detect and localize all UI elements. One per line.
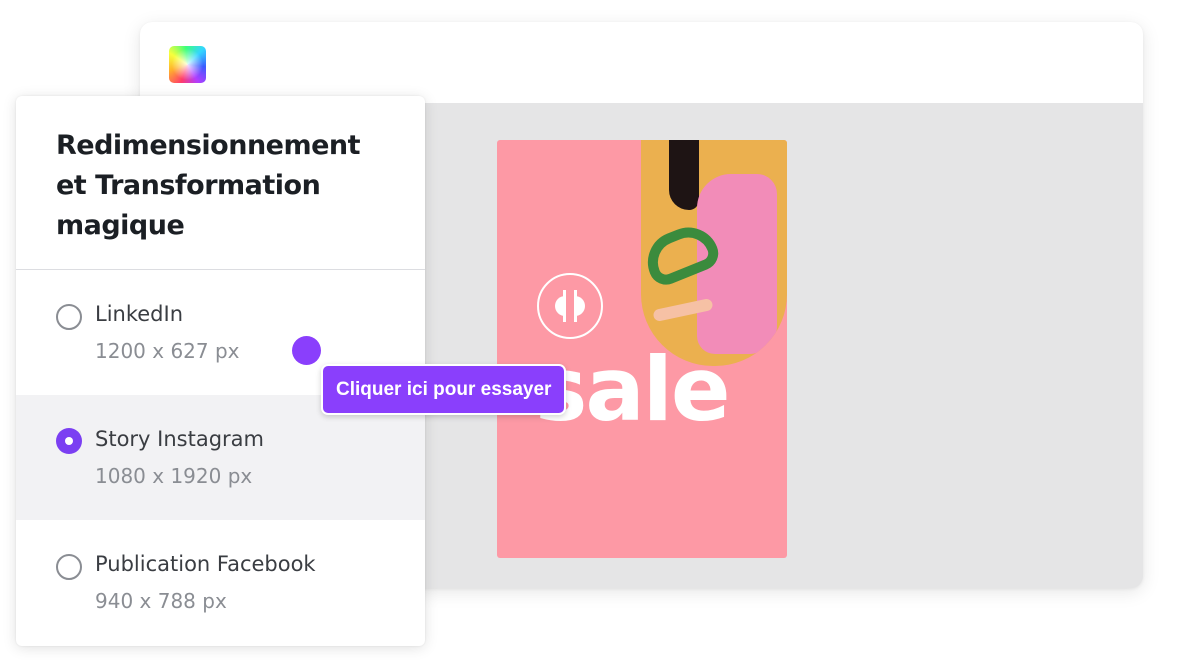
app-logo-icon[interactable] bbox=[169, 46, 206, 83]
brand-monogram-icon bbox=[537, 273, 603, 339]
option-size: 940 x 788 px bbox=[95, 589, 227, 613]
option-name: Publication Facebook bbox=[95, 552, 316, 576]
radio-linkedin[interactable] bbox=[56, 304, 82, 330]
option-size: 1080 x 1920 px bbox=[95, 464, 253, 488]
try-it-tooltip[interactable]: Cliquer ici pour essayer bbox=[321, 364, 567, 415]
photo-hair bbox=[669, 140, 699, 210]
option-size: 1200 x 627 px bbox=[95, 339, 240, 363]
option-name: Story Instagram bbox=[95, 427, 264, 451]
option-name: LinkedIn bbox=[95, 302, 184, 326]
editor-topbar bbox=[140, 22, 1143, 103]
design-preview[interactable]: sale bbox=[497, 140, 787, 558]
radio-publication-facebook[interactable] bbox=[56, 554, 82, 580]
radio-story-instagram[interactable] bbox=[56, 428, 82, 454]
option-publication-facebook[interactable]: Publication Facebook 940 x 788 px bbox=[16, 520, 425, 645]
hint-dot[interactable] bbox=[292, 336, 321, 365]
photo-image bbox=[641, 140, 787, 366]
panel-title: Redimensionnement et Transformation magi… bbox=[56, 130, 361, 241]
